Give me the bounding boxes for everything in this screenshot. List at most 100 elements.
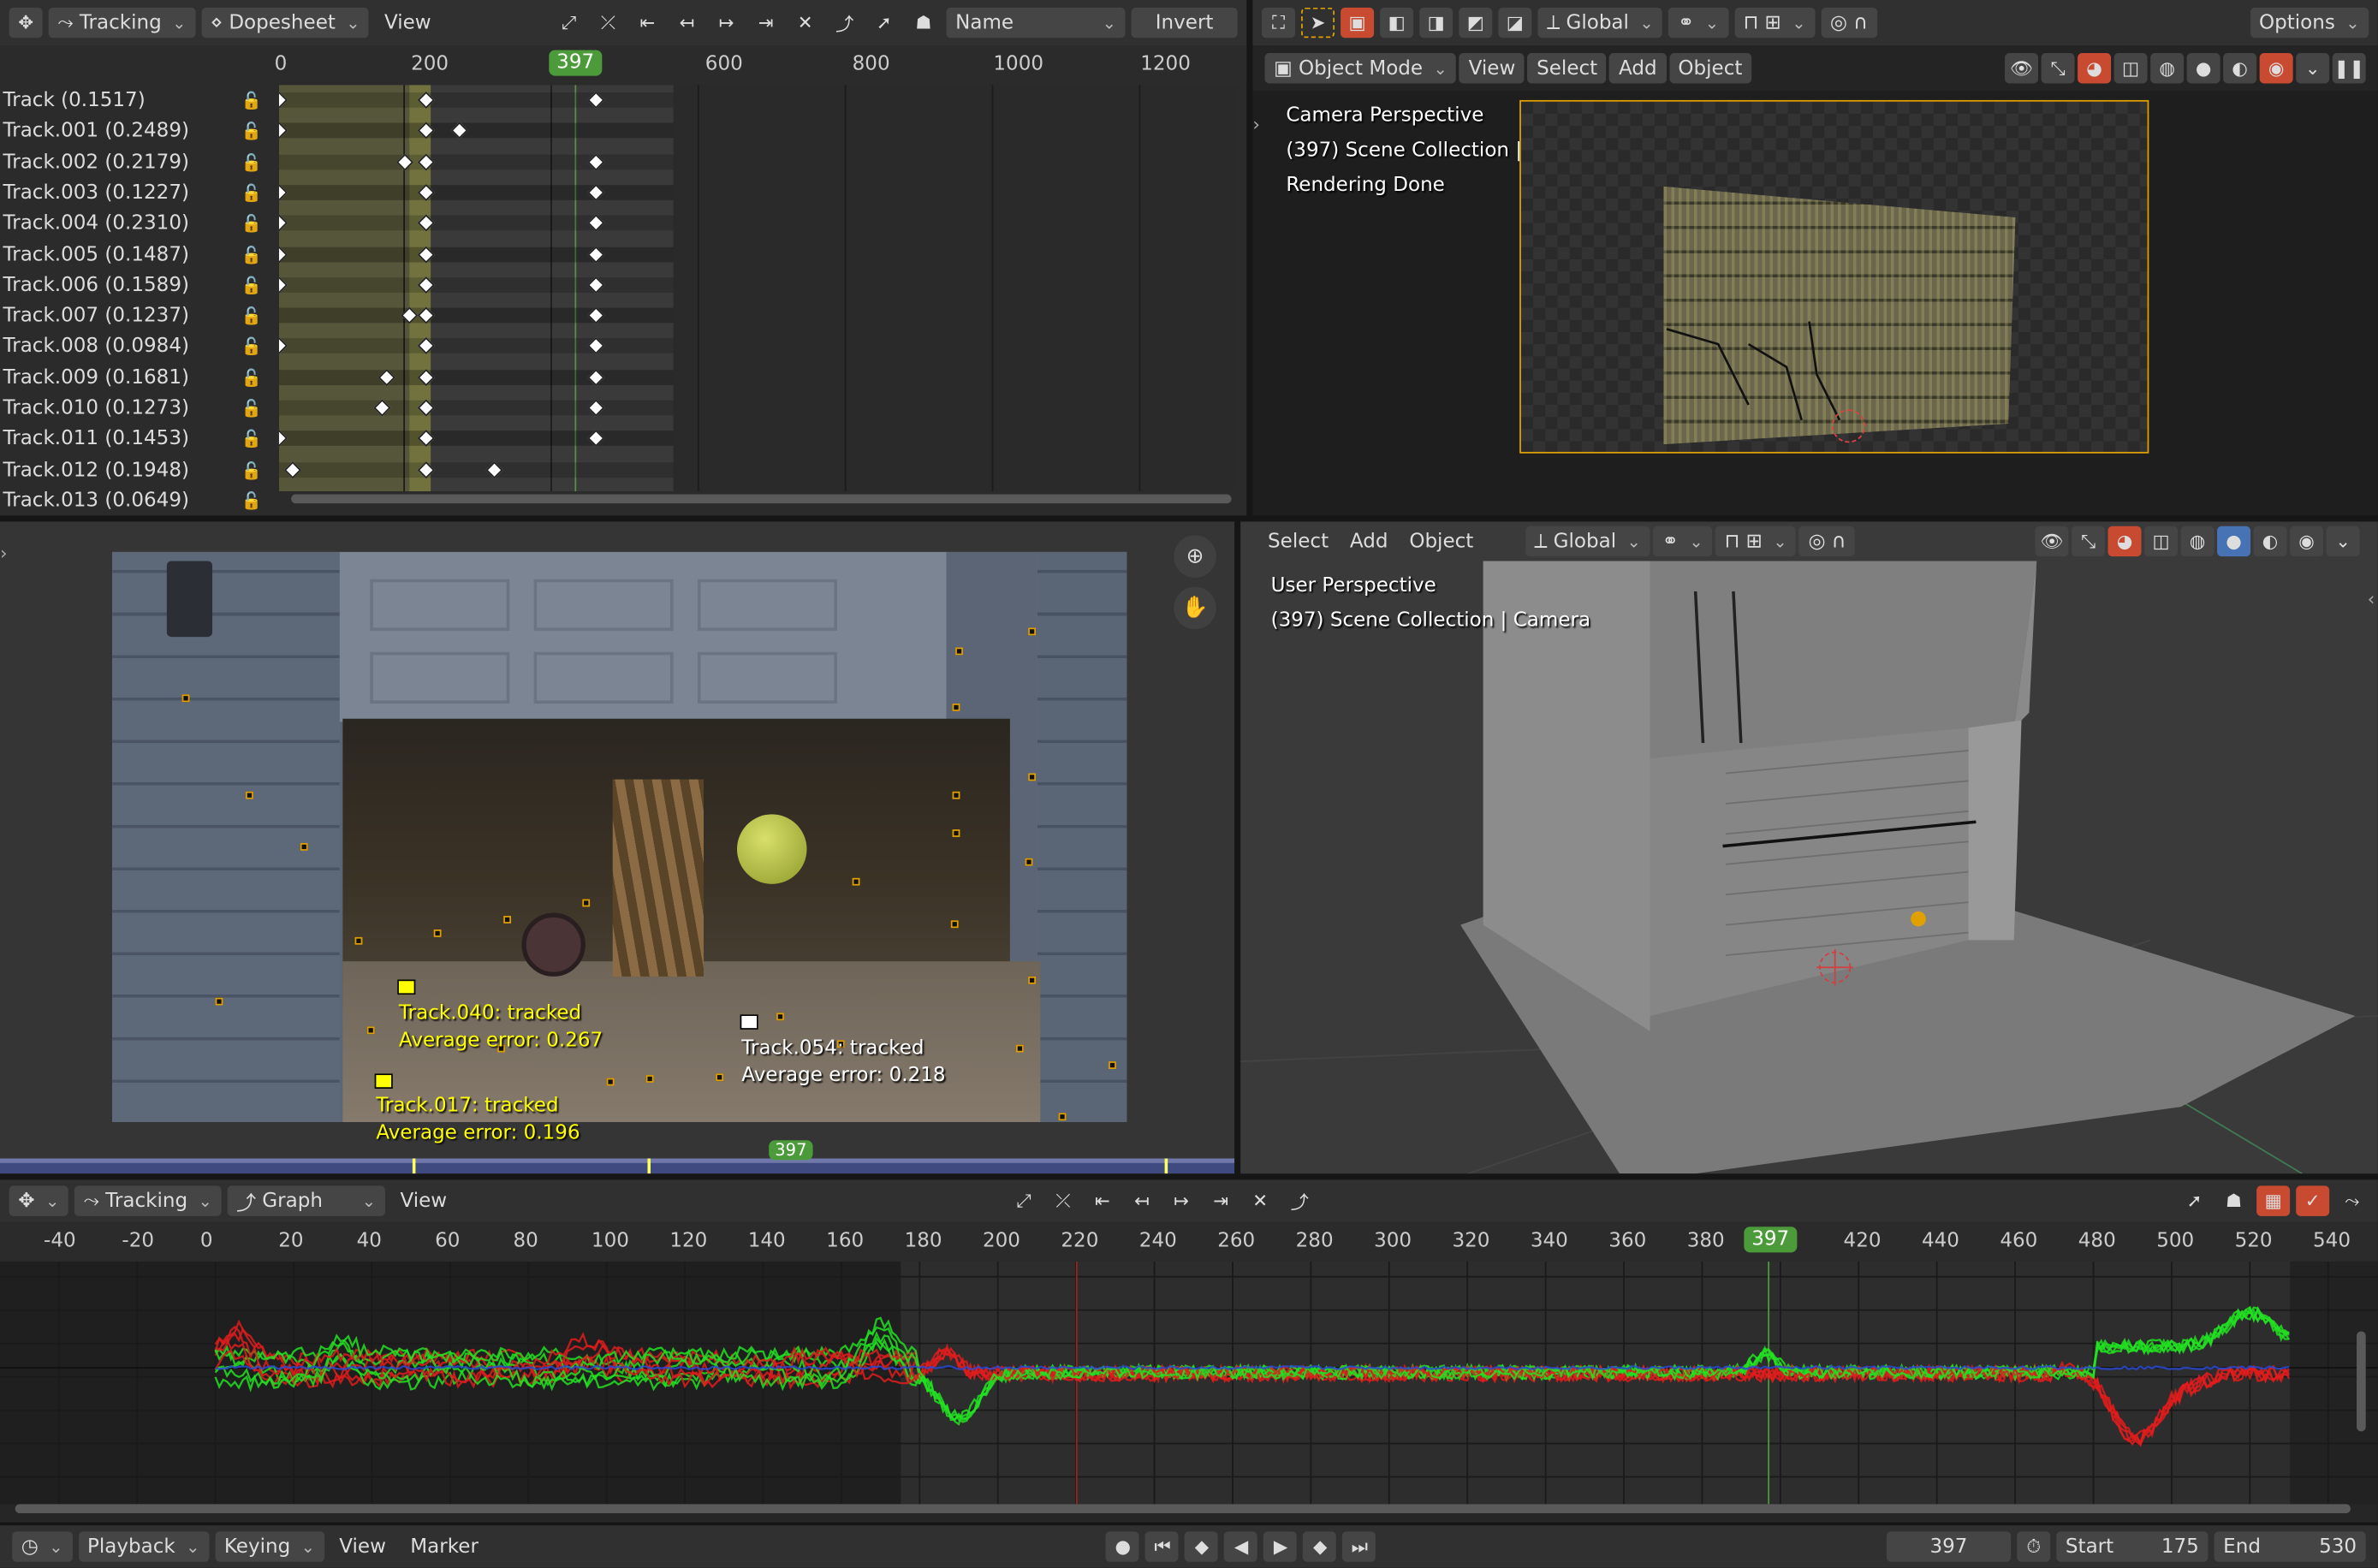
lock-icon[interactable]: 🔓 <box>241 245 262 264</box>
view-menu[interactable]: View <box>375 11 440 34</box>
track-fwd-icon[interactable]: ↦ <box>1165 1185 1198 1215</box>
material-shading-icon[interactable]: ◐ <box>2253 526 2287 557</box>
track-row[interactable] <box>278 307 674 324</box>
zoom-button[interactable]: ⊕ <box>1174 535 1216 578</box>
playback-menu[interactable]: Playback <box>78 1531 210 1562</box>
rendered-shading-icon[interactable]: ◉ <box>2259 53 2293 84</box>
gizmo-icon[interactable]: ⤡ <box>2072 526 2105 557</box>
select-menu[interactable]: Select <box>1527 53 1607 84</box>
start-frame-field[interactable]: Start 175 <box>2056 1531 2209 1562</box>
stopwatch-icon[interactable]: ⏱ <box>2017 1531 2051 1562</box>
track-channel-name[interactable]: Track.001 (0.2489) <box>3 120 189 143</box>
editor-type-icon[interactable]: ⛶ <box>1261 7 1295 39</box>
lock-icon[interactable]: 🔓 <box>241 122 262 141</box>
wireframe-shading-icon[interactable]: ◍ <box>2150 53 2185 84</box>
tracking-marker[interactable] <box>300 843 308 851</box>
tracking-marker[interactable] <box>215 997 223 1006</box>
options-dropdown[interactable]: Options <box>2250 7 2369 39</box>
record-icon[interactable]: ● <box>1106 1531 1140 1562</box>
jump-icon[interactable]: ⤢ <box>1007 1185 1040 1215</box>
track-channel-name[interactable]: Track.002 (0.2179) <box>3 151 189 174</box>
ghost-icon[interactable]: ☗ <box>907 8 940 38</box>
graph-plot[interactable]: 0 <box>0 1261 2378 1505</box>
lock-icon[interactable]: 🔓 <box>241 460 262 480</box>
track-back-icon[interactable]: ↤ <box>1126 1185 1159 1215</box>
view-mode-dropdown[interactable]: ⤴ Graph <box>227 1185 385 1216</box>
tracking-marker[interactable] <box>433 929 442 937</box>
tracking-marker[interactable] <box>354 936 363 945</box>
lock-icon[interactable]: 🔓 <box>241 214 262 234</box>
view-menu[interactable]: View <box>330 1535 395 1559</box>
tracking-marker[interactable] <box>582 899 591 907</box>
pan-button[interactable]: ✋ <box>1174 586 1216 630</box>
wireframe-shading-icon[interactable]: ◍ <box>2180 526 2215 557</box>
overlay-icon[interactable]: ◕ <box>2078 53 2112 84</box>
lock-icon[interactable]: 🔓 <box>241 276 262 295</box>
delete-icon[interactable]: ✕ <box>788 8 822 38</box>
shading-options-icon[interactable]: ⌄ <box>2296 53 2330 84</box>
object-menu[interactable]: Object <box>1400 530 1483 553</box>
select-cursor-icon[interactable]: ➚ <box>2178 1185 2211 1215</box>
track-row[interactable] <box>278 123 674 139</box>
tracking-marker[interactable] <box>606 1078 615 1086</box>
sidebar-toggle-icon[interactable]: › <box>1252 114 1260 135</box>
select-intersect-icon[interactable]: ◪ <box>1498 7 1532 39</box>
lock-icon[interactable]: 🔓 <box>241 430 262 449</box>
clear-icon[interactable]: ⤫ <box>1046 1185 1079 1215</box>
graph-vscrollbar[interactable] <box>2357 1331 2366 1432</box>
current-frame-indicator[interactable]: 397 <box>549 50 603 76</box>
play-icon[interactable]: ▶ <box>1263 1531 1298 1562</box>
clip-timeline-strip[interactable] <box>0 1158 1235 1174</box>
add-menu[interactable]: Add <box>1341 530 1397 553</box>
track-channel-name[interactable]: Track.013 (0.0649) <box>3 490 189 513</box>
select-menu[interactable]: Select <box>1258 530 1337 553</box>
editor-select-dropdown[interactable]: ⤳ Tracking <box>74 1185 222 1216</box>
tracking-marker[interactable] <box>366 1026 375 1035</box>
play-reverse-icon[interactable]: ◀ <box>1224 1531 1258 1562</box>
tracking-marker[interactable] <box>952 829 960 837</box>
snap-dropdown[interactable]: ⊓ ⊞ <box>1715 526 1797 557</box>
track-channel-name[interactable]: Track.004 (0.2310) <box>3 212 189 235</box>
dopesheet-scrollbar[interactable] <box>291 494 1232 504</box>
graph-curves[interactable] <box>0 1261 2378 1505</box>
jump-end-icon[interactable]: ⏭ <box>1342 1531 1376 1562</box>
marker-menu[interactable]: Marker <box>401 1535 488 1559</box>
material-shading-icon[interactable]: ◐ <box>2223 53 2257 84</box>
lock-icon[interactable]: 🔓 <box>241 368 262 388</box>
lock-icon[interactable]: 🔓 <box>241 183 262 203</box>
track-row[interactable] <box>278 400 674 416</box>
ghost-icon[interactable]: ☗ <box>2217 1185 2250 1215</box>
tracking-marker[interactable] <box>1058 1113 1067 1121</box>
select-extend-icon[interactable]: ◧ <box>1380 7 1414 39</box>
track-row[interactable] <box>278 153 674 169</box>
end-frame-field[interactable]: End 530 <box>2214 1531 2366 1562</box>
lock-icon[interactable]: 🔓 <box>241 91 262 110</box>
snap-dropdown[interactable]: ⊓ ⊞ <box>1733 7 1816 39</box>
track-channel-name[interactable]: Track.007 (0.1237) <box>3 305 189 328</box>
editor-select-dropdown[interactable]: ⤳ Tracking <box>48 7 196 39</box>
editor-type-dropdown[interactable]: ◷ <box>12 1531 73 1562</box>
tracking-marker[interactable] <box>1015 1044 1024 1053</box>
object-menu[interactable]: Object <box>1668 53 1752 84</box>
orientation-dropdown[interactable]: ⟂ Global <box>1525 526 1650 557</box>
track-row[interactable] <box>278 92 674 108</box>
pivot-dropdown[interactable]: ⚭ <box>1668 7 1728 39</box>
select-tool-icon[interactable]: ➤ <box>1301 7 1335 39</box>
tracking-marker[interactable] <box>776 1013 784 1021</box>
selected-marker[interactable] <box>397 979 416 995</box>
dopesheet-keyframe-region[interactable] <box>278 85 1238 491</box>
orientation-dropdown[interactable]: ⟂ Global <box>1537 7 1663 39</box>
track-row[interactable] <box>278 431 674 447</box>
clear-icon[interactable]: ⤫ <box>592 8 625 38</box>
track-channel-name[interactable]: Track.005 (0.1487) <box>3 243 189 266</box>
tracking-marker[interactable] <box>716 1073 724 1082</box>
rendered-shading-icon[interactable]: ◉ <box>2290 526 2324 557</box>
tracking-marker[interactable] <box>1028 976 1037 984</box>
current-frame-field[interactable]: 397 <box>1886 1531 2012 1562</box>
tracking-marker[interactable] <box>852 877 860 886</box>
sort-dropdown[interactable]: Name <box>946 7 1126 39</box>
tracking-marker[interactable] <box>952 704 960 711</box>
selected-marker[interactable] <box>374 1073 393 1090</box>
editor-type-dropdown[interactable]: ✥ <box>9 1185 68 1216</box>
solid-shading-icon[interactable]: ● <box>2217 526 2251 557</box>
